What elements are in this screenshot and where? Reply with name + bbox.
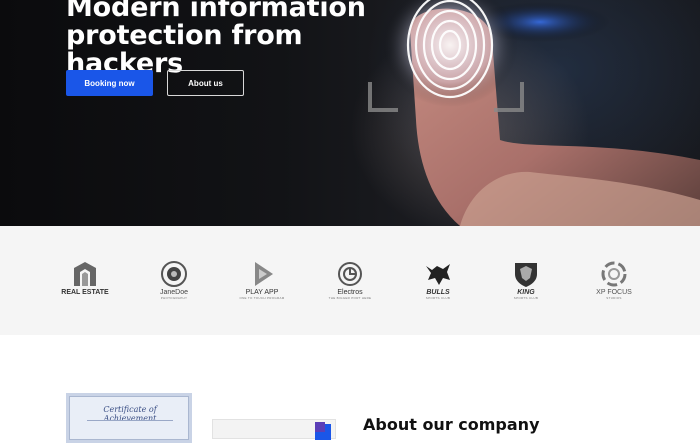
- about-us-button[interactable]: About us: [167, 70, 244, 96]
- partner-subtitle: STUDIOS: [606, 296, 622, 300]
- certificate-image: Certificate of Achievement: [66, 393, 192, 443]
- partner-name: Electros: [337, 289, 363, 296]
- play-icon: [255, 262, 273, 286]
- bull-icon: [426, 264, 450, 285]
- partner-logo-electros[interactable]: Electros THE BIGGER PORT HERE: [310, 260, 390, 304]
- document-accent-shape: [315, 422, 325, 432]
- certificate-divider: [87, 420, 173, 421]
- partner-name: REAL ESTATE: [61, 289, 109, 296]
- building-icon: [74, 262, 96, 286]
- partner-logo-play-app[interactable]: PLAY APP ONE TO TOUCH PROGRAM: [222, 260, 302, 304]
- hero-title: Modern information protection from hacke…: [66, 0, 366, 79]
- partner-logo-bulls[interactable]: BULLS SPORTS CLUB: [398, 260, 478, 304]
- partner-name: BULLS: [426, 289, 450, 296]
- partner-name: PLAY APP: [245, 289, 279, 296]
- camera-lens-icon: [161, 261, 187, 287]
- partner-name: KING: [517, 289, 535, 296]
- partner-logo-real-estate[interactable]: REAL ESTATE: [45, 260, 125, 304]
- lion-shield-icon: [515, 263, 537, 287]
- booking-now-button[interactable]: Booking now: [66, 70, 153, 96]
- partner-logos-strip: REAL ESTATE JaneDoe PHOTOGRAPHY PLAY APP…: [0, 226, 700, 335]
- partner-name: JaneDoe: [159, 289, 189, 296]
- partner-name: XP FOCUS: [596, 289, 632, 296]
- partner-subtitle: SPORTS CLUB: [425, 296, 451, 300]
- partner-logo-king[interactable]: KING SPORTS CLUB: [486, 260, 566, 304]
- hero-section: Modern information protection from hacke…: [0, 0, 700, 226]
- partner-logo-xp-focus[interactable]: XP FOCUS STUDIOS: [574, 260, 654, 304]
- partner-subtitle: SPORTS CLUB: [513, 296, 539, 300]
- partner-logo-janedoe[interactable]: JaneDoe PHOTOGRAPHY: [134, 260, 214, 304]
- about-section: Certificate of Achievement About our com…: [0, 335, 700, 443]
- partner-subtitle: THE BIGGER PORT HERE: [328, 296, 372, 300]
- focus-ring-icon: [601, 261, 627, 287]
- partner-subtitle: PHOTOGRAPHY: [160, 296, 188, 300]
- partner-subtitle: ONE TO TOUCH PROGRAM: [239, 296, 285, 300]
- electric-circle-icon: [338, 262, 362, 286]
- document-image: [212, 419, 336, 440]
- about-title: About our company: [363, 415, 540, 434]
